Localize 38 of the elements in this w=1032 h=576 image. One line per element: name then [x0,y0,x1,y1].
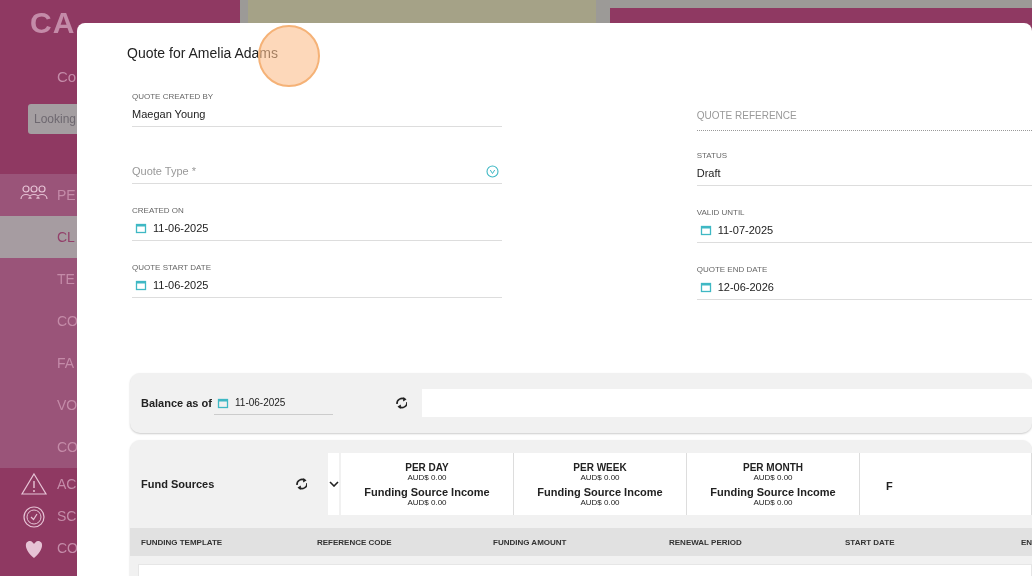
column-header: EN [1020,537,1032,547]
dropdown-field[interactable]: Quote Type * [132,165,486,177]
input-field[interactable]: 11-06-2025 [132,273,502,298]
column-header: FUNDING TEMPLATE [140,537,224,547]
summary-amount: AUD$ 0.00 [407,472,447,482]
input-field[interactable]: 11-06-2025 [132,216,502,241]
field-label: VALID UNTIL [696,207,746,218]
column-header: REFERENCE CODE [316,537,393,547]
field-label: QUOTE START DATE [132,262,212,273]
summary-amount: AUD$ 0.00 [580,472,620,482]
income-label: Funding Source Income [710,485,836,498]
field-label: STATUS [696,150,729,161]
income-label: Funding Source Income [537,485,663,498]
sidebar-subtitle: Co [57,68,77,85]
income-amount: AUD$ 0.00 [407,497,447,507]
summary-heading: PER DAY [405,461,449,473]
input-field: QUOTE REFERENCE [696,109,1032,121]
income-amount: AUD$ 0.00 [753,497,793,507]
date-field[interactable]: 11-06-2025 [214,391,333,415]
field-label: CREATED ON [132,205,185,216]
column-header: FUNDING AMOUNT [492,537,568,547]
summary-amount: AUD$ 0.00 [753,472,793,482]
income-label: F [886,480,893,492]
logo-text: CA [30,6,76,40]
input-field[interactable]: 12-06-2026 [696,275,1032,300]
field-label: QUOTE END DATE [696,264,769,275]
income-amount: AUD$ 0.00 [580,497,620,507]
column-header: START DATE [844,537,896,547]
column-header: RENEWAL PERIOD [668,537,743,547]
income-label: Funding Source Income [364,485,490,498]
input-field[interactable]: 11-07-2025 [696,218,1032,243]
balance-label: Balance as of [141,397,213,409]
input-field[interactable]: Maegan Young [132,102,502,127]
section-title: Fund Sources [141,478,216,490]
field-label: QUOTE CREATED BY [132,91,215,102]
input-field[interactable]: Draft [696,161,1032,186]
summary-heading: PER WEEK [573,461,627,473]
summary-heading: PER MONTH [743,461,803,473]
